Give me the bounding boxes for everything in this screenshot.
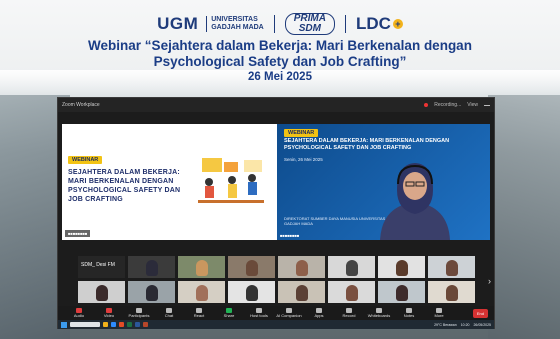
- participant-tile[interactable]: [428, 256, 475, 278]
- ugm-logo: UGM: [157, 14, 199, 33]
- webinar-badge: WEBINAR: [284, 129, 319, 137]
- participant-tile[interactable]: [178, 281, 225, 303]
- end-button[interactable]: End: [472, 308, 488, 318]
- ugm-logo-subtitle: UNIVERSITAS GADJAH MADA: [206, 16, 264, 32]
- word-icon[interactable]: [135, 322, 140, 327]
- participant-tile[interactable]: [278, 256, 325, 278]
- zoom-window: Zoom Workplace Recording... View WEBINAR…: [57, 97, 495, 329]
- slide-title: SEJAHTERA DALAM BEKERJA: MARI BERKENALAN…: [68, 169, 181, 203]
- chevron-right-icon[interactable]: ›: [488, 276, 491, 286]
- slide-left: WEBINAR SEJAHTERA DALAM BEKERJA: MARI BE…: [62, 124, 275, 240]
- logo-divider: [273, 15, 275, 33]
- participant-tile[interactable]: [178, 256, 225, 278]
- participant-tile[interactable]: [328, 281, 375, 303]
- system-tray: 29°C Berawan 10:20 26/05/2025: [434, 323, 491, 327]
- shared-screen: WEBINAR SEJAHTERA DALAM BEKERJA: MARI BE…: [62, 124, 490, 240]
- webinar-badge: WEBINAR: [68, 156, 103, 164]
- browser-icon[interactable]: [119, 322, 124, 327]
- apps-button[interactable]: Apps: [304, 308, 334, 318]
- ldc-logo: LDC +: [356, 14, 403, 34]
- whiteboards-button[interactable]: Whiteboards: [364, 308, 394, 318]
- clock-time[interactable]: 10:20: [461, 323, 470, 327]
- participant-tile[interactable]: [228, 256, 275, 278]
- taskbar-search[interactable]: [70, 322, 100, 327]
- slide-organizer: DIREKTORAT SUMBER DAYA MANUSIA UNIVERSIT…: [284, 216, 386, 226]
- participant-tile[interactable]: [128, 256, 175, 278]
- windows-start-icon[interactable]: [61, 321, 67, 328]
- zoom-app-name: Zoom Workplace: [62, 101, 100, 108]
- logo-divider: [344, 15, 346, 33]
- minimize-icon[interactable]: [484, 104, 490, 106]
- event-date: 26 Mei 2025: [248, 71, 312, 83]
- participant-tile[interactable]: [378, 256, 425, 278]
- prima-sdm-logo: PRIMA SDM: [284, 13, 335, 35]
- audio-button[interactable]: Audio: [64, 308, 94, 318]
- recording-status[interactable]: Recording...: [434, 102, 461, 108]
- powerpoint-icon[interactable]: [143, 322, 148, 327]
- recording-icon: [424, 103, 429, 107]
- participant-tile[interactable]: [428, 281, 475, 303]
- weather-status[interactable]: 29°C Berawan: [434, 323, 457, 327]
- participant-gallery: SDM_ Desi FM: [78, 256, 475, 306]
- presenter-tag: ■■■■■■■■: [280, 233, 300, 238]
- windows-taskbar: 29°C Berawan 10:20 26/05/2025: [58, 320, 494, 329]
- view-button[interactable]: View: [467, 102, 478, 108]
- notes-button[interactable]: Notes: [394, 308, 424, 318]
- team-illustration: [198, 158, 264, 203]
- video-button[interactable]: Video: [94, 308, 124, 318]
- participant-tile[interactable]: [78, 281, 125, 303]
- excel-icon[interactable]: [127, 322, 132, 327]
- participant-tile[interactable]: SDM_ Desi FM: [78, 256, 125, 278]
- zoom-title-bar: Zoom Workplace Recording... View: [58, 98, 494, 112]
- host-tools-button[interactable]: Host tools: [244, 308, 274, 318]
- clock-date[interactable]: 26/05/2025: [473, 323, 491, 327]
- slide-title: SEJAHTERA DALAM BEKERJA: MARI BERKENALAN…: [284, 138, 450, 151]
- participants-button[interactable]: Participants: [124, 308, 154, 318]
- participant-tile[interactable]: [228, 281, 275, 303]
- ai-companion-button[interactable]: AI Companion: [274, 308, 304, 318]
- slide-date: Senin, 26 Mei 2025: [284, 157, 323, 162]
- react-button[interactable]: React: [184, 308, 214, 318]
- participant-tile[interactable]: [328, 256, 375, 278]
- header-logos: UGM UNIVERSITAS GADJAH MADA PRIMA SDM LDC +: [0, 12, 560, 36]
- zoom-icon[interactable]: [111, 322, 116, 327]
- presenter-tag: ■■■■■■■■: [65, 230, 91, 237]
- folder-icon[interactable]: [103, 322, 108, 327]
- page-title: Webinar “Sejahtera dalam Bekerja: Mari B…: [88, 38, 472, 69]
- record-button[interactable]: Record: [334, 308, 364, 318]
- meeting-toolbar: Audio Video Participants Chat React Shar…: [58, 306, 494, 320]
- background-right: [488, 95, 560, 339]
- participant-tile[interactable]: [278, 281, 325, 303]
- participant-tile[interactable]: [128, 281, 175, 303]
- speaker-photo: [380, 163, 450, 240]
- share-button[interactable]: Share: [214, 308, 244, 318]
- participant-tile[interactable]: [378, 281, 425, 303]
- plus-icon: +: [392, 19, 403, 29]
- more-button[interactable]: More: [424, 308, 454, 318]
- slide-right: WEBINAR SEJAHTERA DALAM BEKERJA: MARI BE…: [277, 124, 490, 240]
- chat-button[interactable]: Chat: [154, 308, 184, 318]
